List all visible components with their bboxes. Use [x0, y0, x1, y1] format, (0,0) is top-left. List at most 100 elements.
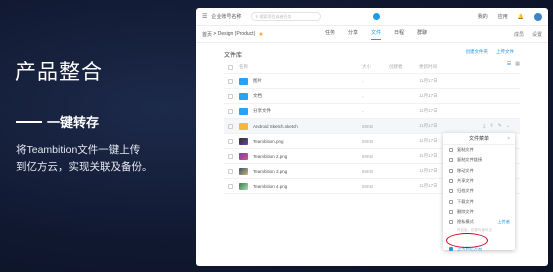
col-name[interactable]: 名称 [239, 64, 362, 70]
file-name[interactable]: 文档 [253, 93, 262, 99]
slide-title: 产品整合 [15, 61, 103, 84]
upload-file-button[interactable]: 上传文件 [496, 49, 514, 55]
tab-tasks[interactable]: 任务 [325, 29, 335, 40]
file-menu-popup: 文件菜单 × 复制文件 复制文件链接 移动文件 共享文件 归档文件 下载文件 删… [443, 133, 515, 251]
file-name[interactable]: Teambition 2.png [253, 154, 287, 159]
table-row[interactable]: 分享文件 - 11月17日 [224, 104, 520, 119]
breadcrumb-separator: > [213, 31, 217, 37]
star-icon[interactable]: ★ [258, 31, 263, 38]
menu-item-copy-link[interactable]: 复制文件链接 [443, 155, 515, 165]
download-icon [449, 199, 453, 204]
share-icon[interactable]: ⇪ [489, 123, 493, 129]
topbar-mine[interactable]: 我的 [478, 13, 488, 20]
menu-item-delete-file[interactable]: 删除文件 [443, 207, 515, 217]
menu-item-label: 复制文件链接 [457, 157, 483, 163]
table-header: 名称 大小 创建者 更新时间 [224, 61, 520, 74]
row-checkbox[interactable] [228, 108, 233, 114]
col-size[interactable]: 大小 [362, 64, 389, 70]
menu-item-privacy[interactable]: 隐私模式 上传者 [443, 217, 515, 227]
menu-icon[interactable]: ☰ [202, 13, 207, 20]
file-size: 88KB [362, 168, 374, 174]
file-name[interactable]: 分享文件 [253, 108, 271, 114]
file-size: - [362, 93, 364, 99]
project-tabs: 任务 分享 文件 日程 群聊 [325, 29, 427, 40]
move-icon [449, 168, 453, 173]
add-icon[interactable] [373, 13, 381, 20]
file-name[interactable]: Android Sketch.sketch [253, 124, 298, 129]
table-row[interactable]: Android Sketch.sketch 88KB 11月17日 ⤓ ⇪ ✎ … [224, 119, 520, 134]
share-icon [449, 179, 453, 184]
menu-item-download-file[interactable]: 下载文件 [443, 196, 515, 206]
tab-calendar[interactable]: 日程 [394, 29, 404, 40]
highlight-circle [446, 233, 488, 248]
app-window: ☰ 企业账号名称 ⚲ 搜索项目或者任务 我的 应用 🔔 首页 > Design … [196, 8, 548, 266]
row-checkbox[interactable] [228, 168, 233, 174]
menu-item-label: 删除文件 [457, 208, 474, 214]
row-checkbox[interactable] [228, 153, 233, 159]
slide-subtitle: 一键转存 [16, 112, 99, 131]
col-creator[interactable]: 创建者 [389, 64, 419, 70]
file-size: 88KB [362, 183, 374, 189]
trash-icon [449, 209, 453, 214]
file-size: 88KB [362, 123, 374, 129]
file-name[interactable]: Teambition.png [253, 139, 284, 144]
file-menu-header: 文件菜单 × [443, 133, 515, 145]
table-row[interactable]: 文档 - 11月17日 [224, 89, 520, 104]
bell-icon[interactable]: 🔔 [518, 14, 524, 20]
row-checkbox[interactable] [228, 123, 233, 129]
menu-item-copy-file[interactable]: 复制文件 [443, 145, 515, 155]
project-name[interactable]: Design (Product) [218, 31, 256, 37]
folder-icon [239, 92, 248, 100]
settings-button[interactable]: 设置 [532, 31, 542, 38]
subtitle-text: 一键转存 [47, 115, 100, 130]
menu-item-label: 移动文件 [457, 167, 474, 173]
topbar-apps[interactable]: 应用 [498, 13, 508, 20]
file-size: - [362, 108, 364, 114]
image-file-icon [239, 182, 248, 190]
select-all-checkbox[interactable] [228, 64, 233, 70]
project-right: 成员 设置 [514, 31, 542, 38]
table-row[interactable]: 图片 - 11月17日 [224, 74, 520, 89]
menu-item-archive-file[interactable]: 归档文件 [443, 186, 515, 196]
more-icon[interactable]: ⌄ [506, 123, 510, 129]
archive-icon [449, 189, 453, 194]
tab-share[interactable]: 分享 [348, 29, 358, 40]
breadcrumb-home[interactable]: 首页 [202, 31, 212, 38]
file-updated: 11月17日 [419, 78, 438, 83]
lock-icon [449, 220, 453, 225]
folder-icon [239, 77, 248, 85]
copy-icon [449, 148, 453, 153]
workspace-name[interactable]: 企业账号名称 [211, 13, 241, 20]
file-name[interactable]: 图片 [253, 78, 262, 84]
description-line-1: 将Teambition文件一键上传 [16, 144, 141, 156]
privacy-note: 开启后，仅参与者可见 [457, 228, 492, 233]
tab-files[interactable]: 文件 [371, 29, 382, 40]
slide-description: 将Teambition文件一键上传 到亿方云，实现关联及备份。 [16, 142, 166, 176]
row-checkbox[interactable] [228, 78, 233, 84]
privacy-owner[interactable]: 上传者 [497, 219, 510, 225]
file-name[interactable]: Teambition 4.png [253, 184, 287, 189]
file-size: 88KB [362, 153, 374, 159]
download-icon[interactable]: ⤓ [483, 123, 485, 129]
col-updated[interactable]: 更新时间 [419, 64, 459, 70]
slide-text-panel: 产品整合 一键转存 将Teambition文件一键上传 到亿方云，实现关联及备份… [14, 0, 194, 272]
search-icon: ⚲ [255, 14, 259, 19]
tab-chat[interactable]: 群聊 [417, 29, 427, 40]
file-updated: 11月17日 [419, 93, 438, 98]
row-checkbox[interactable] [228, 183, 233, 189]
folder-icon [239, 107, 248, 115]
row-checkbox[interactable] [228, 93, 233, 99]
search-input[interactable]: ⚲ 搜索项目或者任务 [251, 12, 322, 21]
cloud-upload-icon [449, 246, 453, 251]
menu-item-share-file[interactable]: 共享文件 [443, 176, 515, 186]
file-name[interactable]: Teambition 3.png [253, 169, 287, 174]
description-line-2: 到亿方云，实现关联及备份。 [16, 161, 153, 173]
avatar[interactable] [534, 12, 542, 21]
create-folder-button[interactable]: 创建文件夹 [466, 49, 489, 55]
menu-item-label: 复制文件 [457, 147, 474, 153]
menu-item-move-file[interactable]: 移动文件 [443, 166, 515, 176]
close-icon[interactable]: × [507, 136, 510, 142]
row-checkbox[interactable] [228, 138, 233, 144]
members-button[interactable]: 成员 [514, 31, 524, 38]
edit-icon[interactable]: ✎ [498, 123, 502, 129]
